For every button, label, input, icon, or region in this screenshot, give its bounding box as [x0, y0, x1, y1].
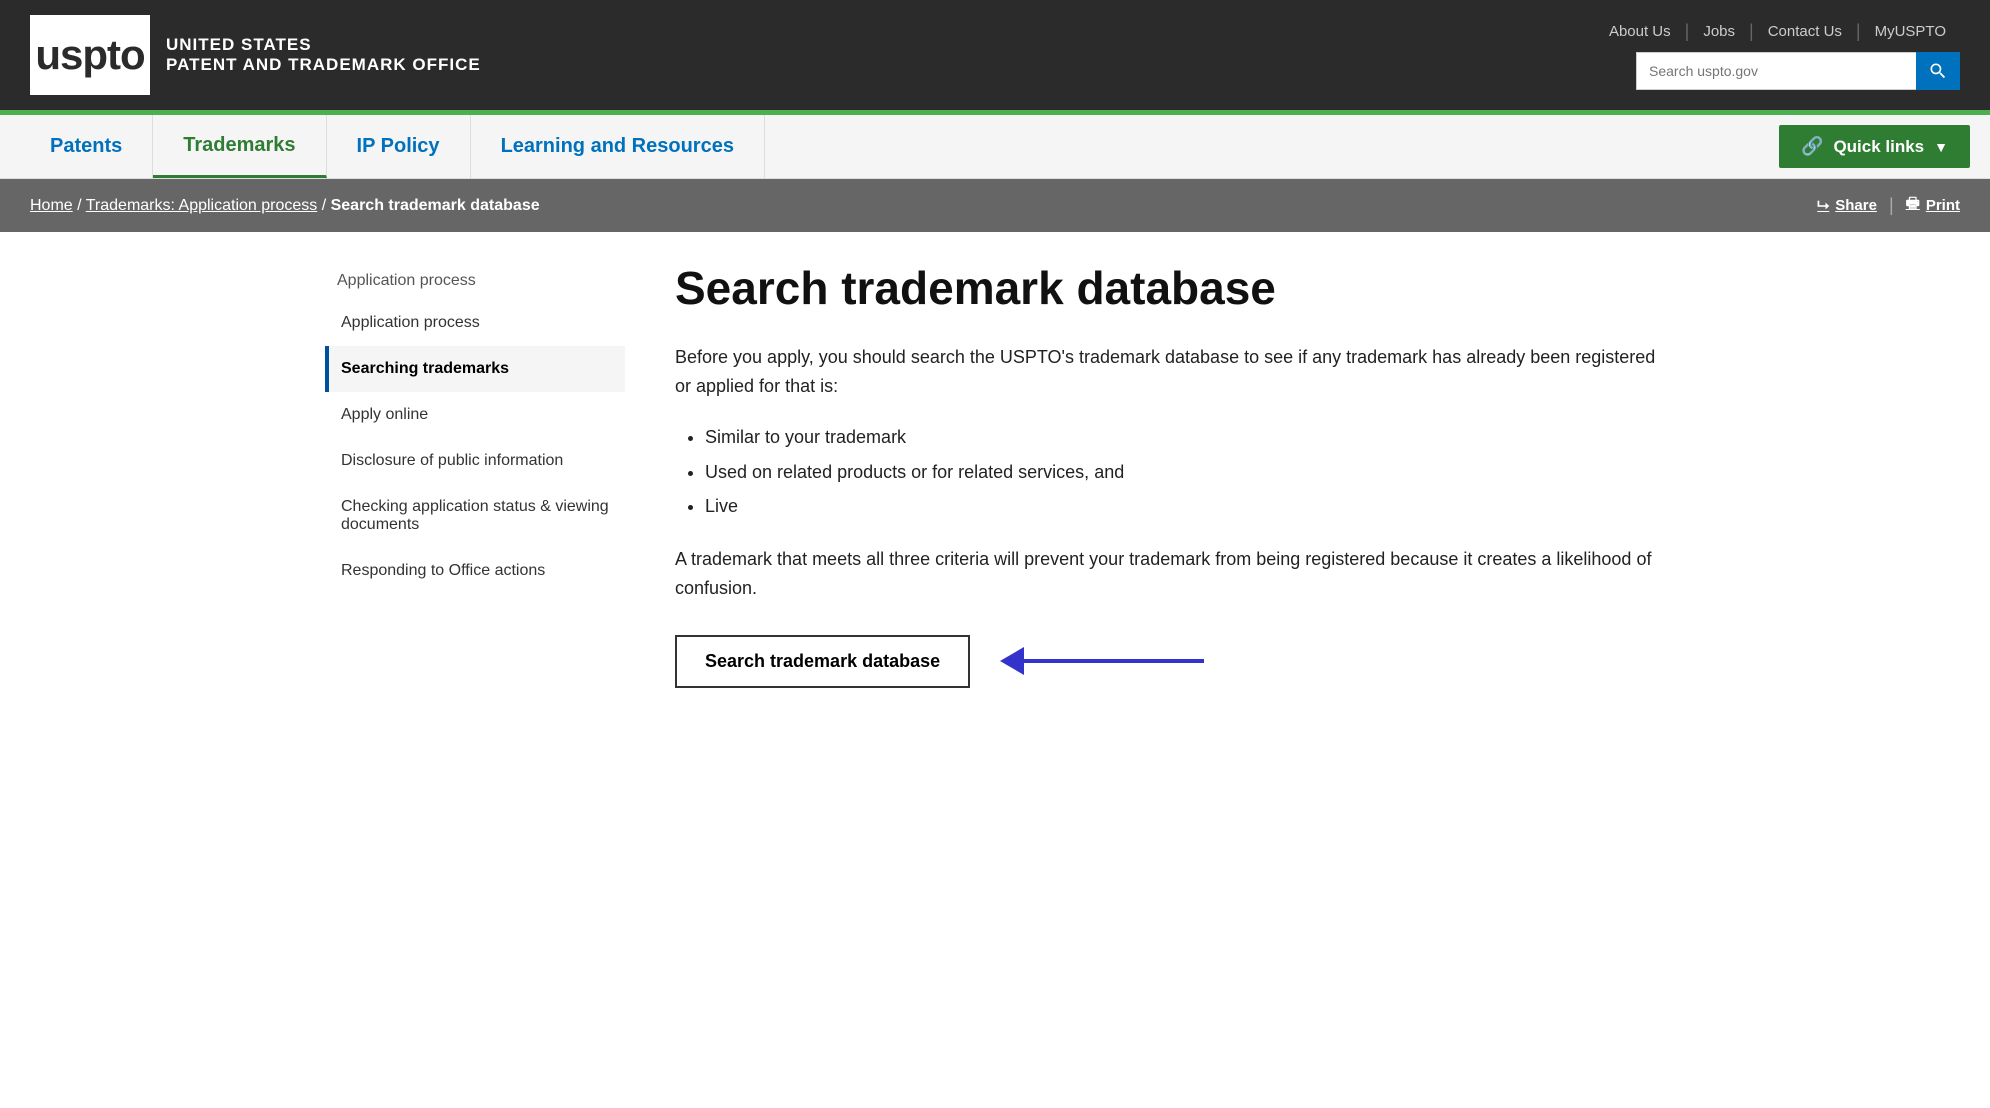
nav-patents[interactable]: Patents [20, 115, 153, 178]
arrow-indicator [1000, 647, 1204, 675]
main-content: Search trademark database Before you app… [645, 262, 1665, 688]
share-button[interactable]: ⮡ Share [1817, 197, 1877, 214]
action-sep: | [1889, 195, 1894, 216]
top-right: About Us | Jobs | Contact Us | MyUSPTO [1595, 21, 1960, 90]
chain-icon: 🔗 [1801, 136, 1823, 157]
quick-links-label: Quick links [1833, 137, 1924, 157]
breadcrumb-home[interactable]: Home [30, 197, 73, 214]
breadcrumb-sep2: / [322, 197, 331, 214]
about-us-link[interactable]: About Us [1595, 23, 1685, 40]
search-icon [1928, 61, 1948, 81]
search-button[interactable] [1916, 52, 1960, 90]
agency-name: UNITED STATES PATENT AND TRADEMARK OFFIC… [166, 35, 481, 75]
top-links: About Us | Jobs | Contact Us | MyUSPTO [1595, 21, 1960, 42]
main-nav: Patents Trademarks IP Policy Learning an… [0, 115, 1990, 179]
bullet-2: Used on related products or for related … [705, 455, 1665, 489]
sidebar: Application process Application process … [325, 262, 645, 688]
quick-links-button[interactable]: 🔗 Quick links ▼ [1779, 125, 1970, 168]
sidebar-item-checking-status[interactable]: Checking application status & viewing do… [325, 484, 625, 548]
conclusion-paragraph: A trademark that meets all three criteri… [675, 545, 1665, 603]
bullet-list: Similar to your trademark Used on relate… [705, 420, 1665, 523]
sidebar-item-responding-office[interactable]: Responding to Office actions [325, 548, 625, 594]
sidebar-item-apply-online[interactable]: Apply online [325, 392, 625, 438]
contact-us-link[interactable]: Contact Us [1754, 23, 1856, 40]
breadcrumb-trademarks[interactable]: Trademarks: Application process [86, 197, 318, 214]
print-button[interactable]: 🖶 Print [1906, 193, 1960, 218]
nav-trademarks[interactable]: Trademarks [153, 115, 326, 178]
chevron-down-icon: ▼ [1934, 139, 1948, 155]
intro-paragraph: Before you apply, you should search the … [675, 343, 1665, 401]
share-icon: ⮡ [1817, 197, 1829, 214]
nav-ip-policy[interactable]: IP Policy [327, 115, 471, 178]
agency-line2: PATENT AND TRADEMARK OFFICE [166, 55, 481, 75]
logo-box: uspto [30, 15, 150, 95]
nav-spacer [765, 115, 1779, 178]
logo-area: uspto UNITED STATES PATENT AND TRADEMARK… [30, 15, 481, 95]
cta-row: Search trademark database [675, 635, 1665, 688]
top-bar: uspto UNITED STATES PATENT AND TRADEMARK… [0, 0, 1990, 110]
page-title: Search trademark database [675, 262, 1665, 315]
sidebar-section-title: Application process [325, 262, 625, 300]
logo-text: uspto [35, 31, 144, 79]
breadcrumb: Home / Trademarks: Application process /… [30, 197, 540, 215]
jobs-link[interactable]: Jobs [1689, 23, 1749, 40]
agency-line1: UNITED STATES [166, 35, 481, 55]
search-input[interactable] [1636, 52, 1916, 90]
breadcrumb-sep1: / [77, 197, 86, 214]
bullet-3: Live [705, 489, 1665, 523]
search-database-button[interactable]: Search trademark database [675, 635, 970, 688]
breadcrumb-actions: ⮡ Share | 🖶 Print [1817, 193, 1960, 218]
breadcrumb-bar: Home / Trademarks: Application process /… [0, 179, 1990, 232]
nav-learning[interactable]: Learning and Resources [471, 115, 765, 178]
print-icon: 🖶 [1906, 193, 1920, 218]
bullet-1: Similar to your trademark [705, 420, 1665, 454]
arrow-line [1024, 659, 1204, 663]
sidebar-item-searching-trademarks[interactable]: Searching trademarks [325, 346, 625, 392]
sidebar-item-disclosure[interactable]: Disclosure of public information [325, 438, 625, 484]
content-wrapper: Application process Application process … [295, 262, 1695, 688]
breadcrumb-current: Search trademark database [331, 197, 540, 214]
search-row [1636, 52, 1960, 90]
sidebar-item-application-process[interactable]: Application process [325, 300, 625, 346]
myuspto-link[interactable]: MyUSPTO [1861, 23, 1960, 40]
share-label: Share [1835, 197, 1877, 214]
arrow-head [1000, 647, 1024, 675]
print-label: Print [1926, 197, 1960, 214]
